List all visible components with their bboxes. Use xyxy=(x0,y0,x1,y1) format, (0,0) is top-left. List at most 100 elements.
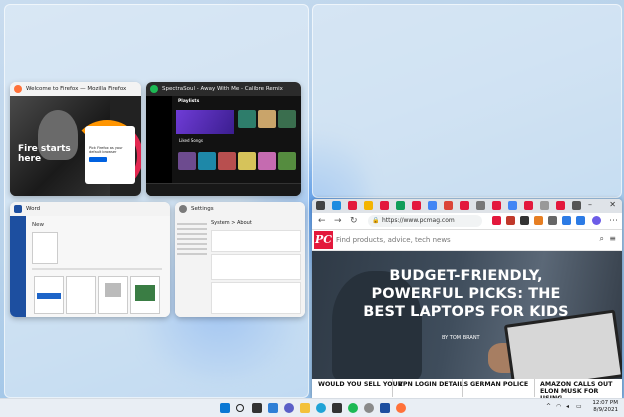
window-thumbnail-spotify[interactable]: SpectraSoul - Away With Me - Calibre Rem… xyxy=(146,82,301,196)
window-thumbnail-firefox[interactable]: Welcome to Firefox — Mozilla Firefox Pic… xyxy=(10,82,141,196)
tab-strip[interactable]: – ✕ xyxy=(312,199,622,213)
settings-card xyxy=(211,230,301,252)
extension-icon[interactable] xyxy=(534,216,543,225)
template-row xyxy=(32,268,162,270)
tab-icon[interactable] xyxy=(508,201,517,210)
tab-icon[interactable] xyxy=(316,201,325,210)
tab-icon[interactable] xyxy=(524,201,533,210)
playlist-tile xyxy=(238,110,256,128)
menu-icon[interactable]: ⋯ xyxy=(609,215,618,227)
gear-icon xyxy=(179,205,187,213)
liked-songs-label: Liked Songs xyxy=(179,138,203,143)
tab-icon[interactable] xyxy=(364,201,373,210)
tab-icon[interactable] xyxy=(428,201,437,210)
hamburger-menu-icon[interactable]: ≡ xyxy=(609,234,616,243)
extension-icon[interactable] xyxy=(548,216,557,225)
tab-icon[interactable] xyxy=(572,201,581,210)
window-thumbnail-word[interactable]: Word New xyxy=(10,202,170,317)
close-icon[interactable]: ✕ xyxy=(609,200,616,209)
divider xyxy=(534,379,535,397)
tab-icon[interactable] xyxy=(460,201,469,210)
battery-icon[interactable]: ▭ xyxy=(576,403,582,410)
forward-icon[interactable]: → xyxy=(334,215,342,227)
default-browser-card: Pick Firefox as your default browser xyxy=(85,126,135,184)
extension-icon[interactable] xyxy=(520,216,529,225)
snap-zone-left[interactable] xyxy=(4,4,309,398)
playlist-tile xyxy=(238,152,256,170)
extension-icon[interactable] xyxy=(492,216,501,225)
card-button xyxy=(89,157,107,162)
tab-icon[interactable] xyxy=(412,201,421,210)
tab-icon[interactable] xyxy=(540,201,549,210)
site-search-input[interactable]: Find products, advice, tech news xyxy=(336,234,451,246)
thumbnail-title: Welcome to Firefox — Mozilla Firefox xyxy=(10,82,141,96)
tab-icon[interactable] xyxy=(556,201,565,210)
pcmag-logo[interactable]: PC xyxy=(314,231,333,249)
search-icon[interactable] xyxy=(236,404,244,412)
template-thumb xyxy=(66,276,96,314)
player-bar xyxy=(146,183,301,196)
chevron-up-icon[interactable]: ^ xyxy=(546,403,551,410)
tab-icon[interactable] xyxy=(396,201,405,210)
wifi-icon[interactable]: ◠ xyxy=(556,403,561,410)
playlist-tile xyxy=(278,110,296,128)
settings-icon[interactable] xyxy=(364,403,374,413)
tab-icon[interactable] xyxy=(476,201,485,210)
firefox-icon xyxy=(14,85,22,93)
store-icon[interactable] xyxy=(332,403,342,413)
spotify-icon[interactable] xyxy=(348,403,358,413)
snap-zone-top-right[interactable] xyxy=(312,4,622,198)
search-icon[interactable]: ⌕ xyxy=(600,234,604,244)
widgets-icon[interactable] xyxy=(268,403,278,413)
playlist-tile xyxy=(278,152,296,170)
edge-icon[interactable] xyxy=(316,403,326,413)
word-sidebar xyxy=(10,216,26,317)
extension-icon[interactable] xyxy=(506,216,515,225)
byline: BY TOM BRANT xyxy=(442,335,480,341)
clock-time: 12:07 PM xyxy=(592,400,618,406)
window-thumbnail-settings[interactable]: Settings System > About xyxy=(175,202,305,317)
hero-title[interactable]: BUDGET-FRIENDLY, POWERFUL PICKS: THE BES… xyxy=(356,267,576,321)
tab-icon[interactable] xyxy=(348,201,357,210)
tab-icon[interactable] xyxy=(492,201,501,210)
back-icon[interactable]: ← xyxy=(318,215,326,227)
extension-icon[interactable] xyxy=(576,216,585,225)
firefox-page: Pick Firefox as your default browser Fir… xyxy=(10,96,141,196)
section-title: Playlists xyxy=(178,99,200,104)
headline-link[interactable]: VPN LOGIN DETAILS xyxy=(398,381,468,388)
spotify-icon xyxy=(150,85,158,93)
address-bar[interactable]: 🔒 https://www.pcmag.com xyxy=(368,215,482,227)
file-explorer-icon[interactable] xyxy=(300,403,310,413)
word-icon[interactable] xyxy=(380,403,390,413)
spotify-sidebar xyxy=(146,96,172,196)
taskbar: ^ ◠ ◂ ▭ 12:07 PM 8/9/2021 xyxy=(0,398,624,417)
task-view-icon[interactable] xyxy=(252,403,262,413)
hero-text: Fire starts here xyxy=(18,144,71,164)
tab-icon[interactable] xyxy=(380,201,389,210)
minimize-icon[interactable]: – xyxy=(588,200,592,209)
volume-icon[interactable]: ◂ xyxy=(566,403,569,410)
refresh-icon[interactable]: ↻ xyxy=(350,215,358,227)
thumbnail-title: SpectraSoul - Away With Me - Calibre Rem… xyxy=(146,82,301,96)
firefox-icon[interactable] xyxy=(396,403,406,413)
headline-link[interactable]: WOULD YOU SELL YOUR xyxy=(318,381,403,388)
playlist-tile xyxy=(258,110,276,128)
spotify-app: Playlists Liked Songs xyxy=(146,96,301,196)
chat-icon[interactable] xyxy=(284,403,294,413)
headline-link[interactable]: GERMAN POLICE xyxy=(470,381,528,388)
navigation-bar: ← → ↻ 🔒 https://www.pcmag.com ⋯ xyxy=(312,213,622,230)
hero-article[interactable]: BUDGET-FRIENDLY, POWERFUL PICKS: THE BES… xyxy=(312,251,622,393)
extension-icon[interactable] xyxy=(562,216,571,225)
system-clock[interactable]: 12:07 PM 8/9/2021 xyxy=(592,400,618,414)
template-thumb xyxy=(130,276,160,314)
template-thumb xyxy=(98,276,128,314)
tab-icon[interactable] xyxy=(444,201,453,210)
divider xyxy=(462,379,463,397)
windows-start-icon[interactable] xyxy=(220,403,230,413)
headline-link[interactable]: AMAZON CALLS OUT ELON MUSK FOR USING xyxy=(540,381,616,398)
browser-window[interactable]: – ✕ ← → ↻ 🔒 https://www.pcmag.com ⋯ PC Fi… xyxy=(312,199,622,398)
word-start-screen: New xyxy=(10,216,170,317)
tab-icon[interactable] xyxy=(332,201,341,210)
clock-date: 8/9/2021 xyxy=(593,407,618,413)
profile-avatar[interactable] xyxy=(592,216,601,225)
